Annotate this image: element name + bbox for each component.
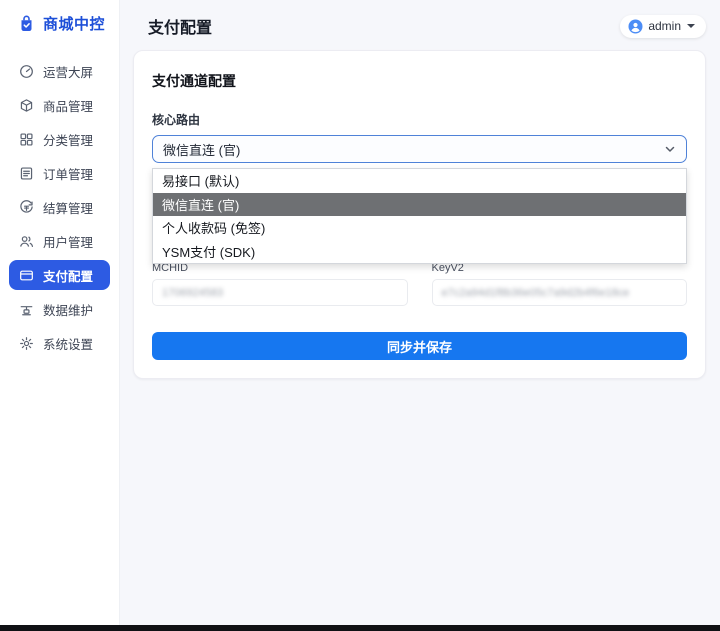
- card-heading: 支付通道配置: [152, 71, 687, 91]
- sidebar-item-products[interactable]: 商品管理: [0, 88, 119, 122]
- sync-save-button[interactable]: 同步并保存: [152, 332, 687, 360]
- sidebar-item-data-maintenance[interactable]: 数据维护: [0, 292, 119, 326]
- payment-channel-card: 支付通道配置 核心路由 微信直连 (官) 易接口 (默认) 微信直连 (官) 个…: [133, 50, 706, 379]
- dropdown-option-ysm-sdk[interactable]: YSM支付 (SDK): [153, 240, 686, 264]
- mchid-masked-value: 1706924583: [162, 287, 223, 299]
- sidebar-item-label: 商品管理: [43, 96, 93, 115]
- grid-icon: [19, 132, 34, 147]
- order-list-icon: [19, 166, 34, 181]
- credentials-row: MCHID 1706924583 KeyV2 e7c2a94d1f8b36e05…: [152, 262, 687, 306]
- sidebar: 商城中控 运营大屏 商品管理 分类管理: [0, 0, 120, 631]
- sidebar-item-payment-config[interactable]: 支付配置: [9, 260, 110, 290]
- gear-icon: [19, 336, 34, 351]
- user-name: admin: [648, 19, 681, 33]
- brand-logo: 商城中控: [0, 0, 119, 42]
- credit-card-icon: [19, 268, 34, 283]
- sidebar-item-label: 数据维护: [43, 300, 93, 319]
- chevron-down-icon: [664, 143, 676, 155]
- save-row: 同步并保存: [152, 332, 687, 360]
- sidebar-item-label: 分类管理: [43, 130, 93, 149]
- chevron-down-icon: [687, 24, 695, 28]
- dropdown-option-wechat-direct[interactable]: 微信直连 (官): [153, 193, 686, 217]
- sidebar-item-label: 结算管理: [43, 198, 93, 217]
- gauge-icon: [19, 64, 34, 79]
- package-icon: [19, 98, 34, 113]
- sidebar-nav: 运营大屏 商品管理 分类管理 订单管理: [0, 42, 119, 360]
- keyv2-field-group: KeyV2 e7c2a94d1f8b36e05c7a9d2b4f6e18ce: [432, 262, 688, 306]
- sidebar-item-label: 订单管理: [43, 164, 93, 183]
- brand-name: 商城中控: [43, 13, 105, 34]
- sidebar-item-settlement[interactable]: 结算管理: [0, 190, 119, 224]
- core-route-label: 核心路由: [152, 111, 687, 128]
- dropdown-option-yijiekou[interactable]: 易接口 (默认): [153, 169, 686, 193]
- core-route-select[interactable]: 微信直连 (官): [152, 135, 687, 163]
- sidebar-item-orders[interactable]: 订单管理: [0, 156, 119, 190]
- main-content: 支付配置 admin 支付通道配置 核心路由 微信直连 (官) 易接口 (默认): [120, 0, 720, 631]
- keyv2-input[interactable]: e7c2a94d1f8b36e05c7a9d2b4f6e18ce: [432, 279, 688, 306]
- users-icon: [19, 234, 34, 249]
- sidebar-item-users[interactable]: 用户管理: [0, 224, 119, 258]
- sidebar-item-label: 支付配置: [43, 266, 93, 285]
- user-avatar-icon: [628, 19, 643, 34]
- user-menu-button[interactable]: admin: [620, 15, 706, 38]
- page-title: 支付配置: [148, 14, 212, 38]
- bottom-edge-bar: [0, 625, 720, 631]
- data-hub-icon: [19, 302, 34, 317]
- sidebar-item-categories[interactable]: 分类管理: [0, 122, 119, 156]
- shopping-bag-check-icon: [17, 14, 36, 33]
- mchid-input[interactable]: 1706924583: [152, 279, 408, 306]
- settlement-coin-icon: [19, 200, 34, 215]
- topbar: 支付配置 admin: [120, 0, 720, 50]
- core-route-select-wrap: 微信直连 (官) 易接口 (默认) 微信直连 (官) 个人收款码 (免签) YS…: [152, 135, 687, 163]
- sidebar-item-label: 用户管理: [43, 232, 93, 251]
- sidebar-item-dashboard[interactable]: 运营大屏: [0, 54, 119, 88]
- keyv2-masked-value: e7c2a94d1f8b36e05c7a9d2b4f6e18ce: [442, 287, 630, 299]
- core-route-dropdown: 易接口 (默认) 微信直连 (官) 个人收款码 (免签) YSM支付 (SDK): [152, 168, 687, 264]
- sidebar-item-label: 运营大屏: [43, 62, 93, 81]
- core-route-selected-value: 微信直连 (官): [163, 140, 240, 159]
- sidebar-item-label: 系统设置: [43, 334, 93, 353]
- dropdown-option-personal-qr[interactable]: 个人收款码 (免签): [153, 216, 686, 240]
- mchid-field-group: MCHID 1706924583: [152, 262, 408, 306]
- sidebar-item-system-settings[interactable]: 系统设置: [0, 326, 119, 360]
